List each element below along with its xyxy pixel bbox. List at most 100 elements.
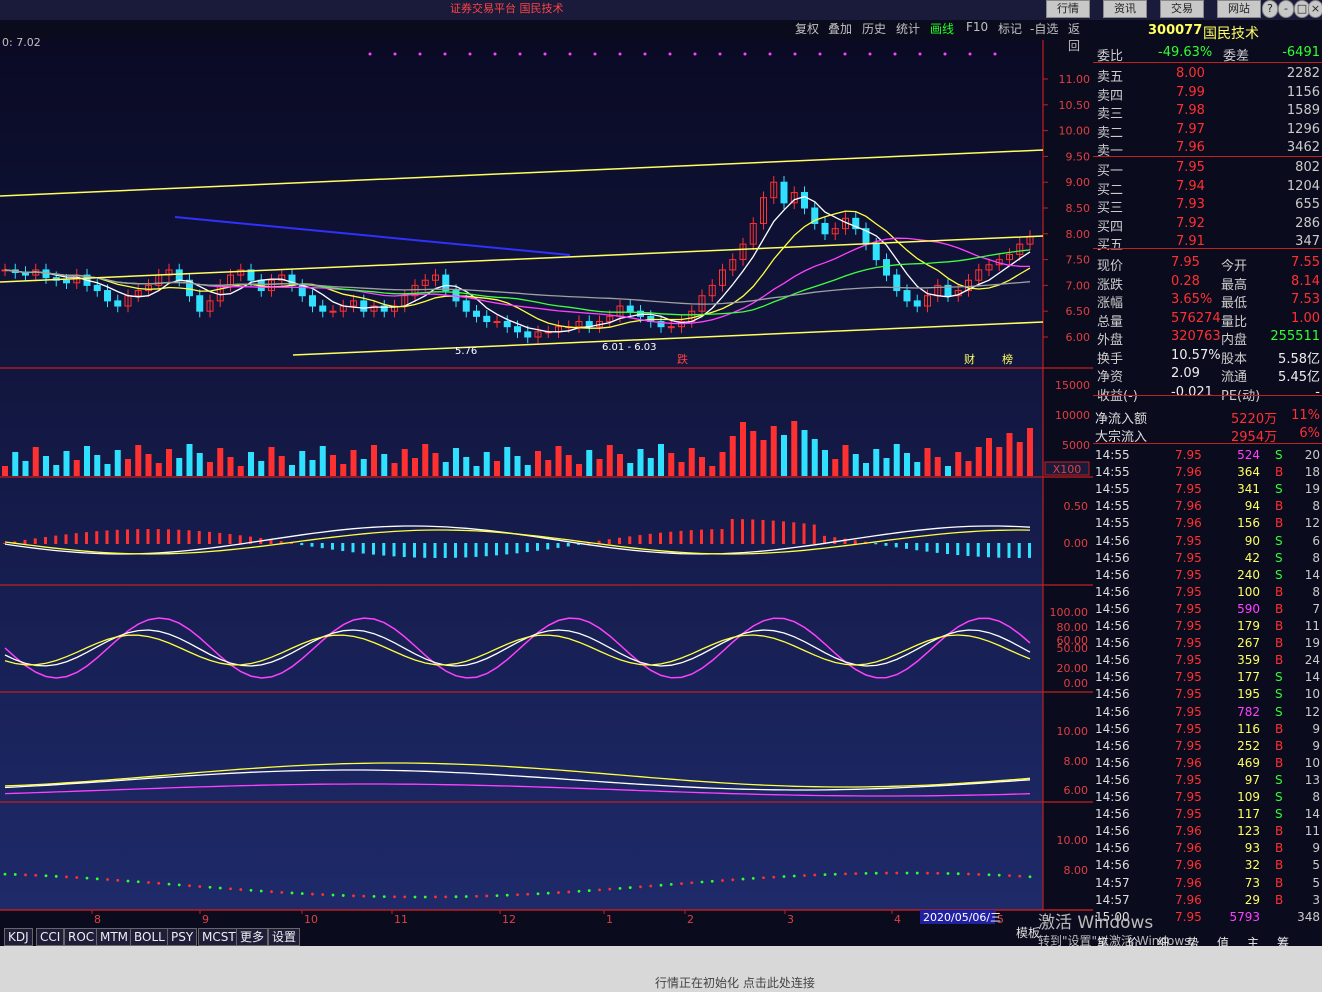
tab-cci[interactable]: CCI (36, 928, 65, 946)
signal-dot (418, 52, 422, 56)
tick-side: B (1275, 858, 1284, 873)
toolbar-tongji[interactable]: 统计 (896, 20, 920, 37)
tick-count: 11 (1304, 619, 1320, 633)
candle-body (821, 222, 829, 235)
tick-count: 10 (1304, 755, 1320, 770)
ind5-dot (762, 876, 765, 880)
tick-side: B (1275, 738, 1284, 753)
ask-volume: 2282 (1286, 66, 1320, 81)
close-icon[interactable]: × (1308, 0, 1322, 18)
toolbar-fanhui[interactable]: 返回 (1068, 20, 1090, 54)
minimize-icon[interactable]: - (1278, 0, 1294, 18)
stat-value: 8.14 (1291, 273, 1320, 289)
toolbar-biaoji[interactable]: 标记 (998, 20, 1022, 37)
volume-bar (555, 446, 562, 476)
tick-time: 14:56 (1095, 738, 1130, 753)
tick-price: 7.95 (1175, 533, 1202, 548)
tab-roc[interactable]: ROC (64, 928, 99, 946)
macd-bar (105, 530, 109, 544)
tick-volume: 97 (1244, 772, 1260, 787)
signal-dot (593, 52, 597, 56)
stat-row: 换手 10.57% 股本 5.58亿 (1093, 348, 1322, 367)
macd-bar (484, 543, 488, 557)
template-label[interactable]: 模板 (1016, 924, 1040, 941)
volume-bar (401, 449, 408, 476)
tab-boll[interactable]: BOLL (130, 928, 169, 946)
flow-value: 5220万 (1231, 412, 1278, 427)
menu-wangzhan-button[interactable]: 网站 (1217, 0, 1261, 18)
event-marker-die: 跌 (677, 352, 688, 366)
macd-bar (741, 519, 744, 544)
toolbar-lishi[interactable]: 历史 (862, 20, 886, 37)
volume-bar (627, 463, 634, 476)
tick-side: S (1275, 772, 1283, 787)
volume-bar (729, 436, 736, 476)
event-marker-cai: 财 (964, 352, 975, 366)
toolbar-huaxian[interactable]: 画线 (930, 20, 954, 37)
chart-toolbar: 复权 叠加 历史 统计 画线 F10 标记 -自选 返回 (790, 20, 1090, 53)
stat-row: 总量 576274 量比 1.00 (1093, 310, 1322, 330)
macd-bar (310, 543, 314, 547)
chart-area[interactable]: 11.0010.5010.009.509.008.508.007.507.006… (0, 0, 1093, 940)
stat-value: 3.65% (1171, 292, 1213, 307)
tick-volume: 100 (1237, 584, 1260, 599)
menu-hangqing-button[interactable]: 行情 (1046, 0, 1090, 18)
toolbar-zixuan[interactable]: -自选 (1030, 20, 1058, 37)
tick-time: 14:57 (1095, 892, 1130, 907)
tick-row: 14:55 7.96 364 B 18 (1093, 465, 1322, 483)
menu-jiaoyi-button[interactable]: 交易 (1160, 0, 1204, 18)
toolbar-diejia[interactable]: 叠加 (828, 20, 852, 37)
tick-volume: 29 (1244, 892, 1260, 907)
signal-dot (968, 52, 972, 56)
tab-mcst[interactable]: MCST (198, 928, 240, 946)
ind5-dot (454, 895, 458, 899)
signal-dot (568, 52, 572, 56)
volume-bar (43, 456, 49, 476)
macd-bar (607, 539, 611, 544)
tick-row: 14:56 7.95 177 S 14 (1093, 670, 1322, 688)
ind5-dot (885, 871, 888, 875)
help-icon[interactable]: ? (1262, 0, 1278, 18)
stat-value: 255511 (1270, 329, 1320, 344)
ind5-dot (895, 871, 899, 875)
status-bar: 行情正在初始化 点击此处连接 (0, 946, 1322, 992)
tab-mtm[interactable]: MTM (96, 928, 133, 946)
tick-price: 7.95 (1175, 909, 1202, 924)
tick-side: B (1275, 465, 1284, 480)
volume-bar (217, 448, 224, 476)
tick-time: 14:56 (1095, 584, 1130, 599)
tick-count: 348 (1297, 909, 1320, 924)
tick-time: 14:56 (1095, 807, 1130, 822)
tick-volume: 252 (1237, 738, 1260, 753)
ind5-dot (259, 889, 263, 893)
tick-price: 7.95 (1175, 670, 1202, 685)
volume-bar (637, 449, 644, 476)
tab-settings[interactable]: 设置 (268, 928, 301, 946)
volume-bar (668, 453, 675, 476)
macd-bar (833, 537, 837, 544)
toolbar-fuquan[interactable]: 复权 (795, 20, 819, 37)
macd-bar (361, 543, 365, 554)
toolbar-f10[interactable]: F10 (966, 20, 988, 34)
tick-row: 14:56 7.95 252 B 9 (1093, 739, 1322, 757)
ind5-dot (85, 876, 89, 880)
signal-dot (718, 52, 722, 56)
ind5-dot (915, 871, 919, 875)
panel-divider (1093, 395, 1322, 396)
stat-label: 最低 (1221, 296, 1248, 311)
tab-kdj[interactable]: KDJ (4, 928, 33, 946)
stat-value: 320763 (1171, 329, 1221, 344)
macd-bar (792, 522, 796, 544)
stat-value: 576274 (1171, 310, 1221, 326)
ind5-dot (1028, 875, 1032, 879)
volume-bar (914, 462, 921, 476)
ind5-dot (321, 893, 325, 896)
tick-row: 14:56 7.95 116 B 9 (1093, 722, 1322, 740)
macd-bar (905, 543, 908, 549)
ind5-dot (126, 879, 130, 883)
volume-bar (381, 454, 388, 476)
candle-body (524, 331, 532, 338)
menu-zixun-button[interactable]: 资讯 (1103, 0, 1147, 18)
tab-more[interactable]: 更多 (236, 928, 269, 946)
tab-psy[interactable]: PSY (167, 928, 198, 946)
